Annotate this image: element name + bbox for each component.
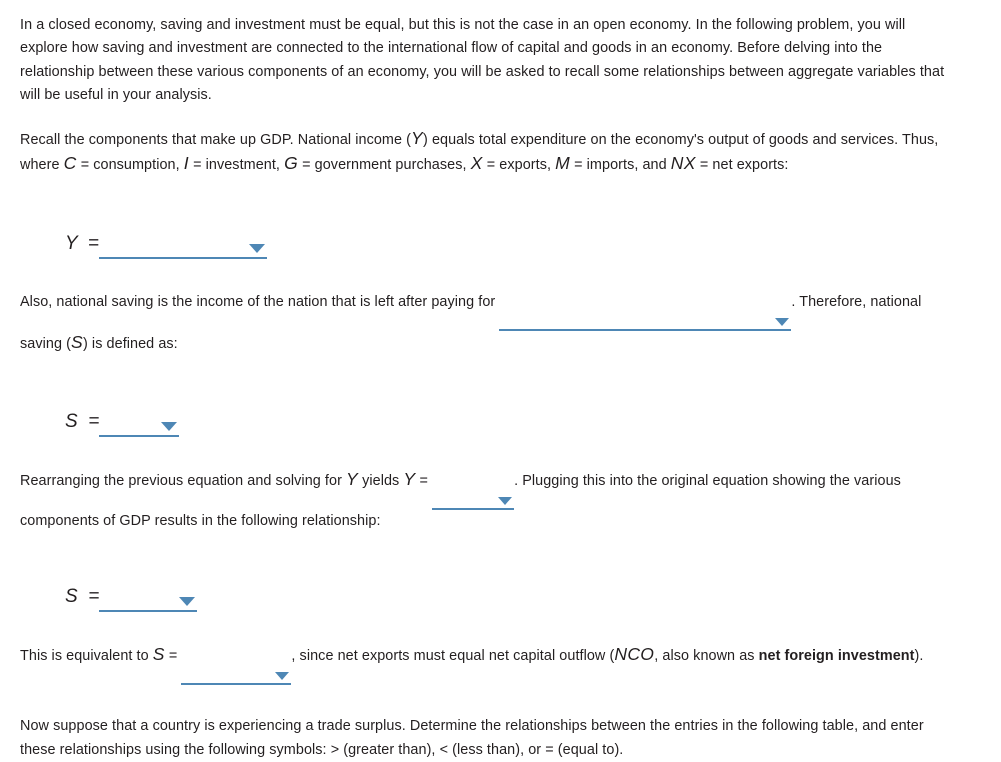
variable-S: S — [70, 332, 83, 353]
variable-G: G — [284, 153, 299, 174]
recall-text-part5: = government purchases, — [298, 157, 471, 174]
y-equation-label: Y = — [65, 233, 99, 255]
y-equation-row: Y = — [65, 225, 983, 260]
variable-NCO: NCO — [614, 644, 655, 665]
variable-NX: NX — [670, 153, 696, 174]
s-equation-row-1: S = — [65, 403, 983, 437]
recall-text-part8: = net exports: — [695, 157, 789, 174]
equivalent-text-part3: , since net exports must equal net capit… — [291, 648, 615, 665]
rearranging-text-part3: = — [415, 472, 433, 489]
equivalent-text-part5: ). — [914, 648, 924, 665]
variable-S-equivalent: S — [152, 644, 165, 665]
saving-text-part1: Also, national saving is the income of t… — [20, 294, 496, 311]
recall-text-part3: = consumption, — [76, 157, 184, 174]
equivalent-dropdown[interactable] — [181, 665, 292, 686]
recall-text-part6: = exports, — [482, 157, 556, 174]
variable-X: X — [470, 153, 483, 174]
s-equation-label-2: S = — [65, 586, 100, 608]
net-foreign-investment-term: net foreign investment — [758, 648, 915, 665]
rearranging-paragraph: Rearranging the previous equation and so… — [20, 468, 950, 533]
rearranging-text-part1: Rearranging the previous equation and so… — [20, 472, 346, 489]
y-equation-dropdown[interactable] — [98, 237, 267, 260]
national-saving-paragraph: Also, national saving is the income of t… — [20, 291, 950, 356]
recall-text-part4: = investment, — [189, 157, 285, 174]
equivalent-text-part2: = — [164, 648, 182, 665]
chevron-down-icon — [179, 597, 196, 607]
rearranging-text-part2: yields — [358, 472, 404, 489]
chevron-down-icon — [248, 244, 265, 254]
intro-paragraph: In a closed economy, saving and investme… — [20, 17, 945, 104]
s-equation-label-1: S = — [65, 410, 100, 432]
chevron-down-icon — [775, 318, 790, 327]
recall-gdp-paragraph: Recall the components that make up GDP. … — [20, 127, 950, 178]
variable-C: C — [63, 153, 77, 174]
chevron-down-icon — [498, 496, 513, 505]
s-equation-dropdown-1[interactable] — [99, 415, 180, 437]
variable-M: M — [555, 153, 571, 174]
chevron-down-icon — [275, 672, 290, 681]
s-equation-dropdown-2[interactable] — [99, 590, 198, 613]
worksheet-page: In a closed economy, saving and investme… — [0, 0, 1001, 762]
equivalent-paragraph: This is equivalent to S = , since net ex… — [20, 643, 950, 686]
s-equation-row-2: S = — [65, 578, 983, 613]
equivalent-text-part4: , also known as — [654, 648, 759, 665]
recall-text-part7: = imports, and — [570, 157, 671, 174]
y-yields-dropdown[interactable] — [432, 490, 515, 510]
variable-Y-rearrange-1: Y — [346, 468, 359, 489]
variable-Y-rearrange-2: Y — [403, 468, 416, 489]
top-spacer — [20, 0, 983, 14]
equivalent-text-part1: This is equivalent to — [20, 648, 153, 665]
paying-for-dropdown[interactable] — [499, 311, 792, 332]
saving-text-part3: ) is defined as: — [83, 336, 178, 353]
trade-surplus-paragraph: Now suppose that a country is experienci… — [20, 718, 924, 758]
variable-Y: Y — [410, 127, 424, 148]
recall-text-part1: Recall the components that make up GDP. … — [20, 131, 411, 148]
chevron-down-icon — [161, 421, 178, 431]
